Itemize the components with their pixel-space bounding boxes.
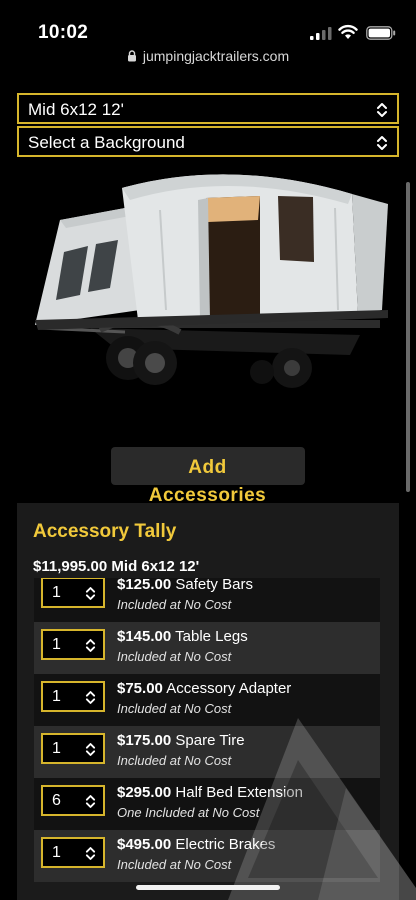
quantity-value: 6: [52, 792, 61, 809]
background-select[interactable]: Select a Background: [17, 126, 399, 157]
quantity-value: 1: [52, 584, 61, 601]
item-title: $145.00 Table Legs: [117, 628, 248, 645]
status-time: 10:02: [38, 22, 89, 43]
lock-icon: [127, 50, 136, 62]
quantity-value: 1: [52, 636, 61, 653]
quantity-select[interactable]: 1: [41, 733, 105, 764]
chevron-updown-icon: [85, 587, 96, 600]
chevron-updown-icon: [85, 639, 96, 652]
quantity-select[interactable]: 1: [41, 629, 105, 660]
chevron-updown-icon: [85, 847, 96, 860]
home-indicator[interactable]: [136, 885, 280, 890]
quantity-value: 1: [52, 844, 61, 861]
tally-row: 1 $125.00 Safety Bars Included at No Cos…: [34, 578, 380, 622]
item-price: $75.00: [117, 680, 163, 697]
tally-base-line: $11,995.00 Mid 6x12 12': [33, 558, 199, 575]
chevron-updown-icon: [85, 691, 96, 704]
model-select-value: Mid 6x12 12': [28, 100, 124, 119]
item-note: Included at No Cost: [117, 597, 232, 612]
status-bar: 10:02: [0, 0, 416, 48]
tally-row: 1 $145.00 Table Legs Included at No Cost: [34, 622, 380, 674]
item-note: Included at No Cost: [117, 753, 232, 768]
item-price: $175.00: [117, 732, 172, 749]
item-price: $145.00: [117, 628, 172, 645]
scrollbar[interactable]: [406, 182, 410, 492]
chevron-updown-icon: [377, 103, 387, 117]
watermark-logo: [228, 718, 416, 900]
quantity-select[interactable]: 1: [41, 681, 105, 712]
battery-icon: [366, 26, 396, 40]
wifi-icon: [338, 24, 358, 39]
quantity-value: 1: [52, 688, 61, 705]
url-bar[interactable]: jumpingjacktrailers.com: [0, 48, 416, 64]
chevron-updown-icon: [377, 136, 387, 150]
item-title: $75.00 Accessory Adapter: [117, 680, 291, 697]
item-price: $495.00: [117, 836, 172, 853]
item-name: Accessory Adapter: [166, 680, 292, 697]
quantity-value: 1: [52, 740, 61, 757]
tally-base-model: Mid 6x12 12': [111, 558, 200, 575]
chevron-updown-icon: [85, 743, 96, 756]
item-title: $175.00 Spare Tire: [117, 732, 245, 749]
item-name: Table Legs: [175, 628, 248, 645]
add-accessories-label[interactable]: Add Accessories: [100, 454, 315, 510]
signal-icon: [310, 27, 332, 40]
item-note: Included at No Cost: [117, 649, 232, 664]
quantity-select[interactable]: 6: [41, 785, 105, 816]
background-select-value: Select a Background: [28, 133, 185, 152]
model-select[interactable]: Mid 6x12 12': [17, 93, 399, 124]
trailer-image: [35, 174, 388, 388]
item-name: Safety Bars: [175, 578, 253, 593]
add-accessories-line1: Add: [188, 457, 227, 478]
item-price: $125.00: [117, 578, 172, 593]
quantity-select[interactable]: 1: [41, 578, 105, 608]
chevron-updown-icon: [85, 795, 96, 808]
tally-base-price: $11,995.00: [33, 558, 108, 575]
item-title: $125.00 Safety Bars: [117, 578, 253, 593]
item-note: Included at No Cost: [117, 857, 232, 872]
tally-title: Accessory Tally: [33, 521, 177, 542]
item-price: $295.00: [117, 784, 172, 801]
url-text: jumpingjacktrailers.com: [142, 48, 290, 64]
quantity-select[interactable]: 1: [41, 837, 105, 868]
item-note: Included at No Cost: [117, 701, 232, 716]
